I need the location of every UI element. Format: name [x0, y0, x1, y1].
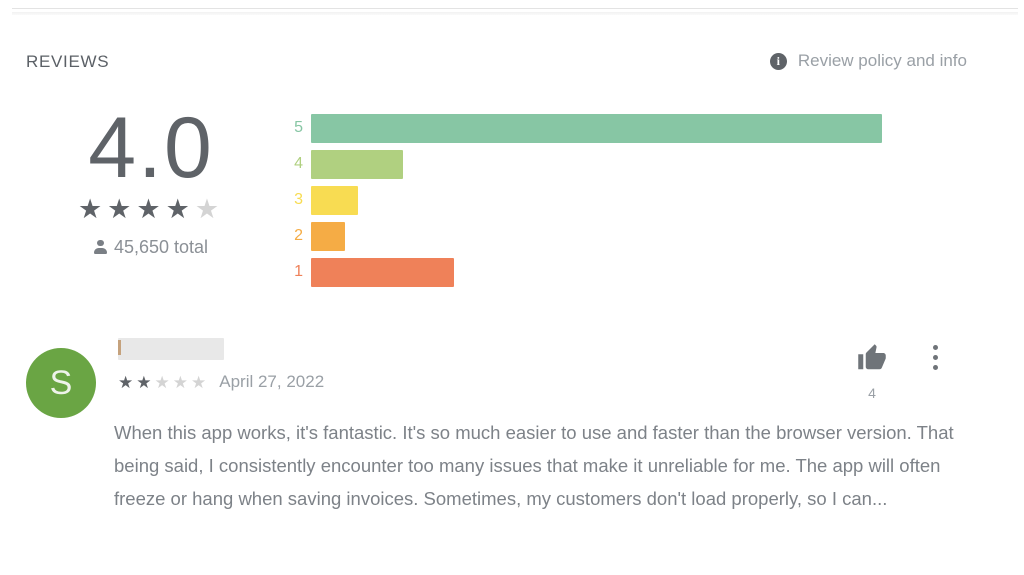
histogram-bar-4: [311, 149, 403, 179]
avatar-initial: S: [49, 363, 73, 402]
helpful-button[interactable]: 4: [857, 343, 887, 401]
histogram-label-3: 3: [294, 191, 303, 208]
star-icon: ★: [136, 372, 155, 392]
dot: [933, 345, 938, 350]
histogram-bar-5: [311, 113, 882, 143]
star-icon-empty: ★: [194, 193, 225, 224]
top-divider: [12, 8, 1018, 9]
dot: [933, 365, 938, 370]
star-icon-empty: ★: [154, 372, 173, 392]
histogram-bar-2: [311, 221, 345, 251]
total-ratings-label: 45,650 total: [113, 236, 209, 257]
thumb-up-icon: [858, 344, 886, 370]
review-meta: ★★★★★ April 27, 2022: [118, 372, 324, 392]
info-icon: i: [769, 52, 787, 70]
star-icon: ★: [107, 193, 137, 224]
review-actions: 4: [857, 343, 938, 401]
top-divider-shadow: [12, 12, 1018, 15]
histogram-row-1: 1: [281, 254, 901, 290]
average-rating-value: 4.0: [88, 100, 214, 196]
more-vert-icon[interactable]: [933, 343, 938, 375]
review-text: When this app works, it's fantastic. It'…: [114, 422, 954, 509]
helpful-count: 4: [868, 385, 876, 401]
review-policy-link[interactable]: i Review policy and info: [769, 51, 967, 71]
person-icon: [93, 239, 107, 255]
reviewer-name-redacted: [118, 338, 224, 360]
histogram-bar-1: [311, 257, 454, 287]
histogram-label-5: 5: [294, 119, 303, 136]
histogram-row-3: 3: [281, 182, 901, 218]
star-icon-empty: ★: [191, 372, 210, 392]
histogram-row-4: 4: [281, 146, 901, 182]
reviews-page: REVIEWS i Review policy and info 4.0 ★★★…: [0, 0, 1024, 575]
rating-summary: 4.0 ★★★★★ 45,650 total: [26, 100, 276, 258]
star-icon: ★: [118, 372, 137, 392]
review-rating-stars: ★★★★★: [118, 374, 209, 391]
histogram-label-4: 4: [294, 155, 303, 172]
review-policy-label: Review policy and info: [797, 51, 967, 70]
star-icon-empty: ★: [172, 372, 191, 392]
star-icon: ★: [165, 193, 195, 224]
rating-histogram: 5 4 3 2 1: [281, 110, 901, 290]
histogram-bar-3: [311, 185, 358, 215]
avatar: S: [26, 348, 96, 418]
page-title: REVIEWS: [26, 52, 110, 71]
histogram-label-1: 1: [294, 263, 303, 280]
histogram-row-2: 2: [281, 218, 901, 254]
average-rating-stars: ★★★★★: [26, 193, 276, 224]
total-ratings: 45,650 total: [26, 237, 276, 258]
histogram-label-2: 2: [294, 227, 303, 244]
review-date: April 27, 2022: [219, 372, 325, 391]
dot: [933, 355, 938, 360]
star-icon: ★: [136, 193, 166, 224]
review-header: ★★★★★ April 27, 2022: [118, 338, 324, 392]
star-icon: ★: [77, 193, 108, 224]
histogram-row-5: 5: [281, 110, 901, 146]
